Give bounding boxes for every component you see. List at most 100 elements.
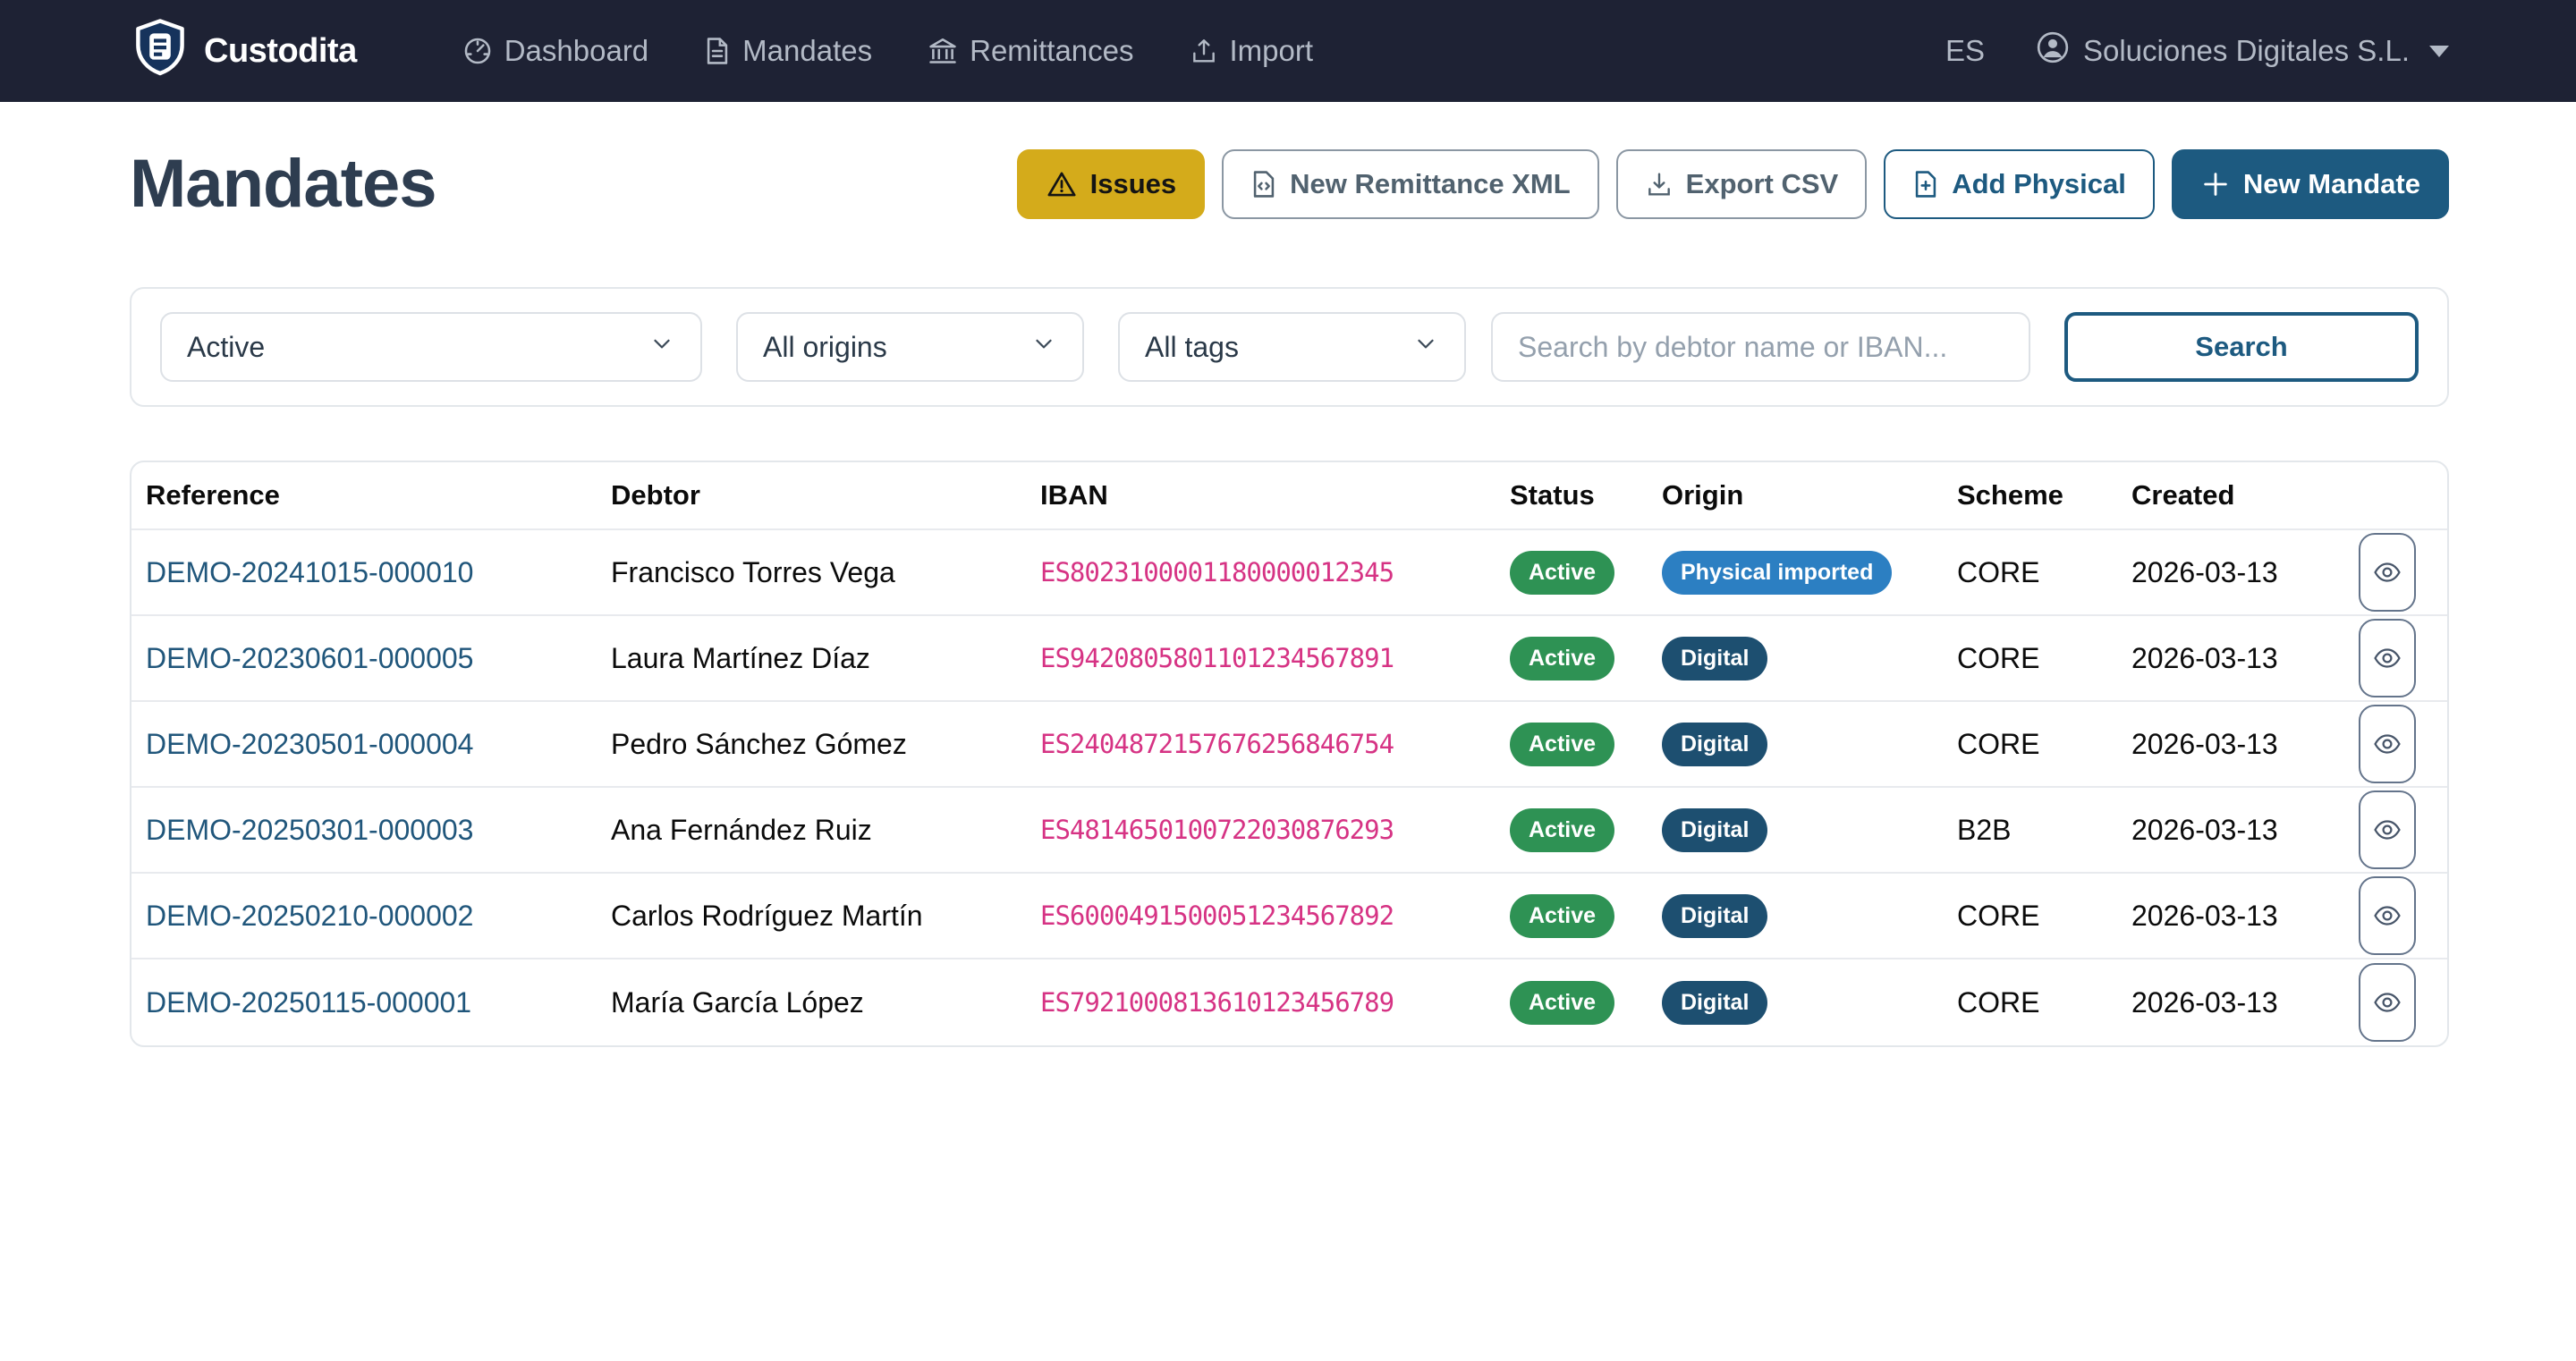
search-button[interactable]: Search xyxy=(2064,312,2419,382)
iban-value: ES4814650100722030876293 xyxy=(1040,815,1394,845)
mandate-reference-link[interactable]: DEMO-20230601-000005 xyxy=(146,642,611,675)
nav-right: ES Soluciones Digitales S.L. xyxy=(1945,30,2449,72)
custodita-shield-logo-icon xyxy=(134,18,186,84)
iban-value: ES8023100001180000012345 xyxy=(1040,557,1394,588)
document-icon xyxy=(704,36,731,66)
page-title: Mandates xyxy=(130,146,437,222)
mandate-reference-link[interactable]: DEMO-20250301-000003 xyxy=(146,814,611,847)
toolbar: Issues New Remittance XML Export CSV Add… xyxy=(1016,148,2449,219)
status-badge: Active xyxy=(1510,550,1615,595)
iban-value: ES6000491500051234567892 xyxy=(1040,900,1394,931)
created-date: 2026-03-13 xyxy=(2131,899,2278,932)
account-name: Soluciones Digitales S.L. xyxy=(2082,34,2410,67)
created-date: 2026-03-13 xyxy=(2131,727,2278,760)
nav-item-dashboard[interactable]: Dashboard xyxy=(462,34,648,68)
bank-icon xyxy=(928,36,958,66)
column-header-origin: Origin xyxy=(1662,479,1744,511)
mandate-reference-link[interactable]: DEMO-20230501-000004 xyxy=(146,728,611,761)
mandate-reference-link[interactable]: DEMO-20241015-000010 xyxy=(146,556,611,589)
view-mandate-button[interactable] xyxy=(2359,963,2416,1042)
debtor-name: Ana Fernández Ruiz xyxy=(611,813,872,846)
iban-value: ES7921000813610123456789 xyxy=(1040,987,1394,1018)
column-header-debtor: Debtor xyxy=(611,479,700,511)
scheme-value: CORE xyxy=(1957,727,2040,760)
mandate-reference-link[interactable]: DEMO-20250115-000001 xyxy=(146,986,611,1019)
iban-value: ES2404872157676256846754 xyxy=(1040,729,1394,759)
scheme-value: CORE xyxy=(1957,985,2040,1019)
created-date: 2026-03-13 xyxy=(2131,641,2278,674)
plus-icon xyxy=(2200,169,2231,199)
main-content: Mandates Issues New Remittance XML Expor… xyxy=(0,145,2576,1047)
table-row: DEMO-20250210-000002 Carlos Rodríguez Ma… xyxy=(131,874,2447,959)
scheme-value: B2B xyxy=(1957,813,2012,846)
view-mandate-button[interactable] xyxy=(2359,876,2416,955)
chevron-down-icon xyxy=(1030,330,1057,364)
debtor-name: Laura Martínez Díaz xyxy=(611,641,870,674)
gauge-icon xyxy=(462,36,493,66)
column-header-status: Status xyxy=(1510,479,1595,511)
debtor-name: Pedro Sánchez Gómez xyxy=(611,727,907,760)
filter-bar: Active All origins All tags Search xyxy=(130,287,2449,407)
search-input[interactable] xyxy=(1491,312,2030,382)
brand-name: Custodita xyxy=(204,31,357,70)
table-row: DEMO-20250115-000001 María García López … xyxy=(131,959,2447,1045)
debtor-name: María García López xyxy=(611,985,864,1019)
eye-icon xyxy=(2372,729,2402,759)
nav-item-import[interactable]: Import xyxy=(1190,34,1313,68)
mandates-table: Reference Debtor IBAN Status Origin Sche… xyxy=(130,461,2449,1047)
origin-filter-select[interactable]: All origins xyxy=(736,312,1084,382)
chevron-down-icon xyxy=(2429,45,2449,57)
origin-badge: Digital xyxy=(1662,893,1768,938)
account-menu[interactable]: Soluciones Digitales S.L. xyxy=(2035,30,2449,72)
mandate-reference-link[interactable]: DEMO-20250210-000002 xyxy=(146,900,611,933)
status-badge: Active xyxy=(1510,636,1615,680)
view-mandate-button[interactable] xyxy=(2359,790,2416,869)
new-mandate-button[interactable]: New Mandate xyxy=(2171,148,2449,219)
created-date: 2026-03-13 xyxy=(2131,985,2278,1019)
issues-button[interactable]: Issues xyxy=(1016,148,1206,219)
column-header-created: Created xyxy=(2131,479,2235,511)
column-header-reference: Reference xyxy=(146,479,280,511)
scheme-value: CORE xyxy=(1957,641,2040,674)
status-badge: Active xyxy=(1510,807,1615,852)
eye-icon xyxy=(2372,557,2402,588)
file-plus-icon xyxy=(1912,169,1939,199)
status-badge: Active xyxy=(1510,893,1615,938)
status-badge: Active xyxy=(1510,980,1615,1025)
origin-badge: Digital xyxy=(1662,636,1768,680)
column-header-scheme: Scheme xyxy=(1957,479,2063,511)
status-filter-select[interactable]: Active xyxy=(160,312,702,382)
add-physical-button[interactable]: Add Physical xyxy=(1884,148,2155,219)
scheme-value: CORE xyxy=(1957,555,2040,588)
table-row: DEMO-20241015-000010 Francisco Torres Ve… xyxy=(131,530,2447,616)
view-mandate-button[interactable] xyxy=(2359,619,2416,697)
eye-icon xyxy=(2372,643,2402,673)
table-row: DEMO-20250301-000003 Ana Fernández Ruiz … xyxy=(131,788,2447,874)
new-remittance-xml-button[interactable]: New Remittance XML xyxy=(1222,148,1599,219)
brand[interactable]: Custodita xyxy=(134,18,357,84)
table-header-row: Reference Debtor IBAN Status Origin Sche… xyxy=(131,462,2447,530)
table-body: DEMO-20241015-000010 Francisco Torres Ve… xyxy=(131,530,2447,1045)
eye-icon xyxy=(2372,815,2402,845)
origin-badge: Physical imported xyxy=(1662,550,1893,595)
nav-item-remittances[interactable]: Remittances xyxy=(928,34,1134,68)
file-code-icon xyxy=(1250,169,1277,199)
eye-icon xyxy=(2372,900,2402,931)
warning-triangle-icon xyxy=(1046,169,1078,199)
debtor-name: Carlos Rodríguez Martín xyxy=(611,899,923,932)
created-date: 2026-03-13 xyxy=(2131,813,2278,846)
language-selector[interactable]: ES xyxy=(1945,34,1985,68)
origin-badge: Digital xyxy=(1662,722,1768,766)
chevron-down-icon xyxy=(648,330,675,364)
export-csv-button[interactable]: Export CSV xyxy=(1615,148,1868,219)
nav-item-mandates[interactable]: Mandates xyxy=(704,34,872,68)
view-mandate-button[interactable] xyxy=(2359,705,2416,783)
tags-filter-select[interactable]: All tags xyxy=(1118,312,1466,382)
view-mandate-button[interactable] xyxy=(2359,533,2416,612)
main-nav: Dashboard Mandates Remittances Import xyxy=(462,34,1945,68)
debtor-name: Francisco Torres Vega xyxy=(611,555,895,588)
table-row: DEMO-20230601-000005 Laura Martínez Díaz… xyxy=(131,616,2447,702)
origin-badge: Digital xyxy=(1662,980,1768,1025)
iban-value: ES9420805801101234567891 xyxy=(1040,643,1394,673)
created-date: 2026-03-13 xyxy=(2131,555,2278,588)
